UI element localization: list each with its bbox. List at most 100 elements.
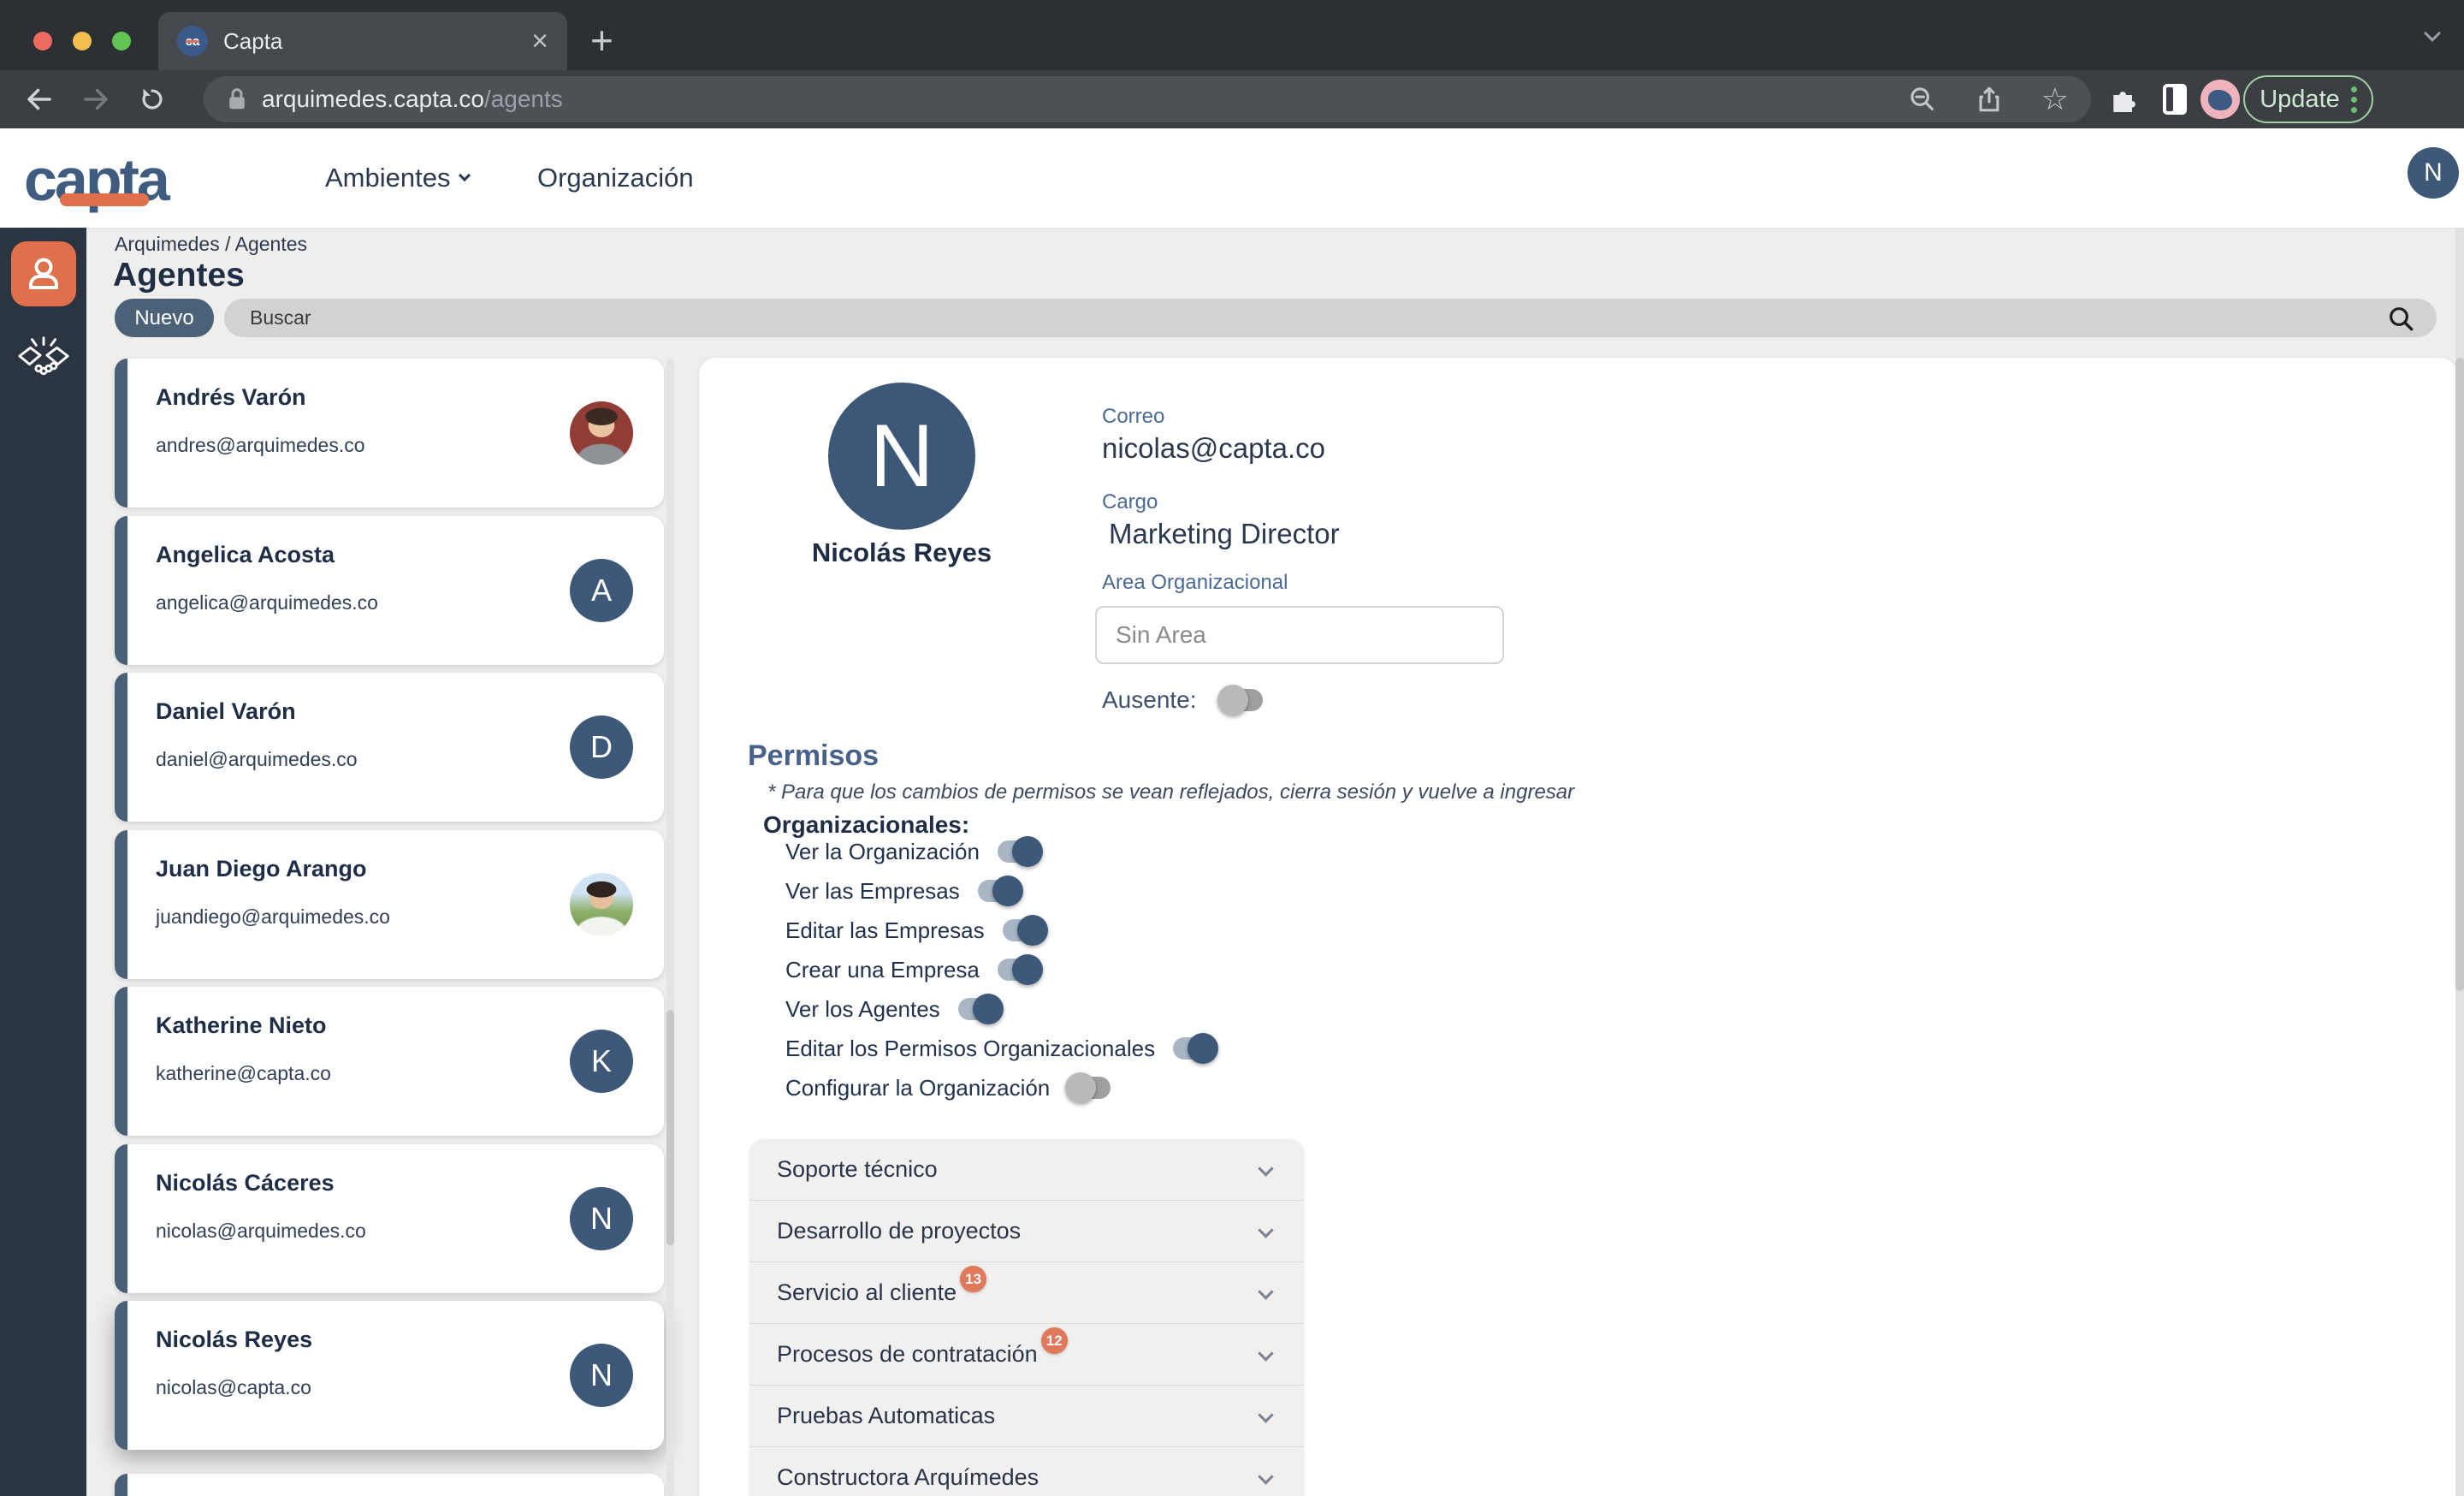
permission-toggle[interactable]: [1000, 913, 1048, 947]
permission-toggle-row: Ver los Agentes: [785, 989, 1218, 1029]
agent-email: andres@arquimedes.co: [156, 434, 365, 457]
tab-close-icon[interactable]: ×: [531, 27, 548, 56]
permission-toggle[interactable]: [956, 992, 1004, 1026]
accordion-section[interactable]: Soporte técnico: [749, 1139, 1304, 1201]
close-window-button[interactable]: [33, 32, 52, 50]
tab-title: Capta: [223, 28, 531, 55]
chevron-down-icon: [459, 169, 471, 181]
reload-button[interactable]: [135, 82, 169, 116]
url-bar[interactable]: arquimedes.capta.co/agents ☆: [204, 76, 2091, 122]
agent-initial-avatar: N: [570, 1344, 633, 1407]
agent-email: juandiego@arquimedes.co: [156, 905, 390, 929]
sidebar-item-partners[interactable]: [15, 329, 73, 383]
agent-card[interactable]: Daniel Varóndaniel@arquimedes.coD: [115, 673, 664, 822]
nav-ambientes[interactable]: Ambientes: [325, 163, 469, 193]
logo-link-icon: [60, 193, 149, 206]
accordion-section[interactable]: Procesos de contratación12: [749, 1324, 1304, 1386]
sidebar-item-agents[interactable]: [11, 241, 76, 306]
agent-card[interactable]: Nicolás Cáceresnicolas@arquimedes.coN: [115, 1144, 664, 1293]
area-input[interactable]: [1095, 606, 1504, 664]
ausente-toggle[interactable]: [1217, 683, 1265, 717]
agent-photo-avatar: [570, 873, 633, 936]
agent-list-scrollbar[interactable]: [666, 359, 674, 1496]
permission-toggle[interactable]: [975, 874, 1023, 908]
lock-icon: [226, 86, 248, 112]
agent-name: Nicolás Cáceres: [156, 1170, 335, 1196]
handshake-icon: [17, 332, 70, 380]
accordion-label: Soporte técnico: [777, 1156, 938, 1183]
permission-toggle[interactable]: [995, 834, 1043, 869]
agent-name: Nicolás Reyes: [156, 1327, 312, 1353]
back-button[interactable]: [22, 82, 56, 116]
agent-photo-avatar: [570, 401, 633, 465]
agent-card[interactable]: Test: [115, 1474, 664, 1496]
scrollbar-thumb[interactable]: [666, 1010, 674, 1245]
detail-avatar: N: [828, 383, 975, 530]
permission-label: Ver la Organización: [785, 839, 980, 865]
accordion-section[interactable]: Desarrollo de proyectos: [749, 1201, 1304, 1262]
agent-initial-avatar: A: [570, 559, 633, 622]
agent-email: nicolas@arquimedes.co: [156, 1220, 366, 1243]
bookmark-star-icon[interactable]: ☆: [2041, 81, 2069, 117]
chevron-down-icon: [1258, 1407, 1273, 1422]
ausente-label: Ausente:: [1102, 686, 1197, 714]
agent-card[interactable]: Katherine Nietokatherine@capta.coK: [115, 987, 664, 1136]
minimize-window-button[interactable]: [73, 32, 92, 50]
browser-tab[interactable]: ca Capta ×: [158, 12, 567, 70]
agent-initial-avatar: K: [570, 1030, 633, 1093]
permission-toggle[interactable]: [995, 953, 1043, 987]
capta-logo[interactable]: capta: [24, 145, 168, 214]
user-avatar[interactable]: N: [2408, 147, 2459, 199]
correo-value: nicolas@capta.co: [1102, 432, 1325, 465]
accordion-section[interactable]: Servicio al cliente13: [749, 1262, 1304, 1324]
chevron-down-icon: [1258, 1222, 1273, 1238]
notification-badge: 13: [960, 1266, 986, 1292]
area-label: Area Organizacional: [1102, 571, 1288, 595]
scrollbar-thumb[interactable]: [2455, 358, 2464, 991]
update-button[interactable]: Update: [2243, 75, 2373, 123]
search-icon[interactable]: [2387, 305, 2414, 336]
agent-email: nicolas@capta.co: [156, 1376, 311, 1399]
side-panel-icon[interactable]: [2163, 84, 2187, 115]
detail-agent-name: Nicolás Reyes: [769, 537, 1034, 568]
breadcrumb[interactable]: Arquimedes / Agentes: [115, 233, 307, 256]
search-input[interactable]: [224, 299, 2437, 337]
extensions-puzzle-icon[interactable]: [2106, 82, 2141, 121]
accordion-label: Constructora Arquímedes: [777, 1464, 1039, 1491]
browser-profile-avatar[interactable]: [2200, 80, 2240, 119]
agent-email: angelica@arquimedes.co: [156, 591, 378, 614]
agent-card[interactable]: Nicolás Reyes nicolas@capta.co N: [115, 1301, 664, 1450]
zoom-page-icon[interactable]: [1908, 85, 1937, 114]
browser-menu-dots-icon[interactable]: [2351, 86, 2357, 113]
permission-toggle-list: Ver la Organización Ver las Empresas Edita…: [785, 832, 1218, 1107]
url-text: arquimedes.capta.co/agents: [262, 86, 1870, 113]
accordion-label: Servicio al cliente: [777, 1279, 957, 1306]
agent-card[interactable]: Juan Diego Arango juandiego@arquimedes.co: [115, 830, 664, 979]
agent-name: Daniel Varón: [156, 698, 296, 725]
agent-card[interactable]: Angelica Acostaangelica@arquimedes.coA: [115, 516, 664, 665]
permisos-title: Permisos: [748, 739, 879, 773]
cargo-label: Cargo: [1102, 490, 1158, 514]
maximize-window-button[interactable]: [112, 32, 131, 50]
permission-toggle-row: Ver las Empresas: [785, 871, 1218, 911]
capta-favicon-icon: ca: [177, 26, 208, 56]
new-agent-button[interactable]: Nuevo: [115, 299, 214, 337]
new-tab-button[interactable]: +: [590, 21, 613, 60]
agent-card[interactable]: Andrés Varón andres@arquimedes.co: [115, 359, 664, 508]
share-icon[interactable]: [1975, 85, 2004, 114]
forward-button[interactable]: [79, 82, 113, 116]
permission-toggle[interactable]: [1170, 1031, 1218, 1066]
agent-name: Andrés Varón: [156, 384, 306, 411]
nav-organizacion[interactable]: Organización: [537, 163, 694, 193]
notification-badge: 12: [1041, 1327, 1068, 1354]
agent-name: Juan Diego Arango: [156, 856, 367, 882]
permission-label: Editar los Permisos Organizacionales: [785, 1036, 1155, 1062]
agent-name: Katherine Nieto: [156, 1012, 327, 1039]
tab-list-chevron-icon[interactable]: [2424, 25, 2441, 42]
permission-toggle[interactable]: [1065, 1071, 1113, 1105]
page-scrollbar[interactable]: [2455, 228, 2464, 1496]
cargo-input[interactable]: [1109, 518, 1477, 550]
accordion-section[interactable]: Pruebas Automaticas: [749, 1386, 1304, 1447]
browser-tab-strip: ca Capta × +: [0, 0, 2464, 70]
accordion-section[interactable]: Constructora Arquímedes: [749, 1447, 1304, 1496]
